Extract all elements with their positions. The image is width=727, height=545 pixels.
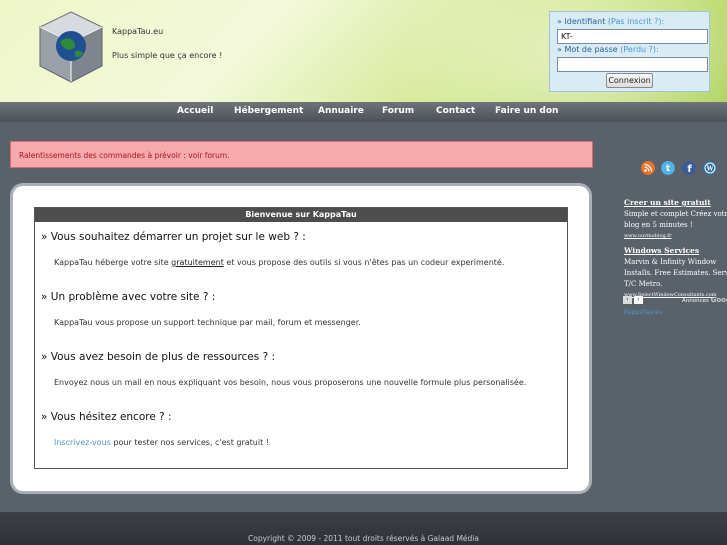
nav-faire-un-don[interactable]: Faire un don [495,106,558,116]
notice-banner: Ralentissements des commandes à prévoir … [10,141,593,168]
site-slogan: Plus simple que ça encore ! [112,51,223,60]
section-text: Envoyez nous un mail en nous expliquant … [54,378,527,387]
inscrivez-vous-link[interactable]: Inscrivez-vous [54,438,111,447]
facebook-icon[interactable]: f [682,161,696,175]
username-input[interactable] [557,29,708,44]
ad-line: T/C Metro. [624,280,663,288]
ad-line: blog en 5 minutes ! [624,221,693,229]
section-text-part: et vous propose des outils si vous n'ête… [223,258,505,267]
nav-accueil[interactable]: Accueil [177,106,213,116]
section-title: » Vous hésitez encore ? : [41,411,172,423]
section-text: Inscrivez-vous pour tester nos services,… [54,438,269,447]
svg-text:W: W [706,166,714,173]
ad-title[interactable]: Creer un site gratuit [624,198,711,207]
username-label-text: » Identifiant [557,17,606,26]
wordpress-icon[interactable]: W [703,161,717,175]
login-button[interactable]: Connexion [606,73,653,88]
gratuitement-link[interactable]: gratuitement [171,258,224,267]
ads-extra-link[interactable]: KappaTau.eu [624,309,662,316]
ad-text: Simple et complet Créez votre blog en 5 … [624,209,727,242]
ad-title[interactable]: Windows Services [624,246,699,255]
nav-forum[interactable]: Forum [382,106,414,116]
copyright: Copyright © 2009 - 2011 tout droits rése… [248,534,479,543]
password-label: » Mot de passe (Perdu ?): [557,45,659,54]
section-text: KappaTau héberge votre site gratuitement… [54,258,504,267]
kappatau-logo-icon[interactable] [36,10,106,84]
nav-contact[interactable]: Contact [436,106,475,116]
section-title: » Vous souhaitez démarrer un projet sur … [41,231,306,243]
twitter-icon[interactable]: t [661,161,675,175]
password-input[interactable] [557,57,708,72]
ad-prev-icon[interactable]: ‹ [623,296,632,304]
section-text-part: pour tester nos services, c'est gratuit … [110,438,269,447]
ads-label-text: Annonces [682,298,709,304]
section-title: » Un problème avec votre site ? : [41,291,216,303]
ad-line: Marvin & Infinity Window [624,258,717,266]
ad-line: Simple et complet Créez votre [624,210,727,218]
rss-icon[interactable] [641,161,655,175]
forgot-password-link[interactable]: (Perdu ?): [620,45,658,54]
section-title: » Vous avez besoin de plus de ressources… [41,351,276,363]
svg-text:f: f [687,164,692,175]
ad-line: Installs. Free Estimates. Serving [624,269,727,277]
section-text-part: KappaTau héberge votre site [54,258,172,267]
nav-annuaire[interactable]: Annuaire [318,106,364,116]
ad-url[interactable]: www.ouvmoblog.fr [624,231,727,242]
panel-title: Bienvenue sur KappaTau [35,208,567,222]
register-link[interactable]: (Pas inscrit ?): [608,17,664,26]
section-text: KappaTau vous propose un support techniq… [54,318,361,327]
password-label-text: » Mot de passe [557,45,618,54]
ads-label: Annonces Goog [682,296,727,304]
google-logo: Goog [710,296,727,304]
nav-hebergement[interactable]: Hébergement [234,106,303,116]
site-name: KappaTau.eu [112,27,164,36]
username-label: » Identifiant (Pas inscrit ?): [557,17,664,26]
ad-next-icon[interactable]: › [634,296,643,304]
svg-text:t: t [666,164,671,174]
main-nav: Accueil Hébergement Annuaire Forum Conta… [0,102,727,122]
welcome-panel: Bienvenue sur KappaTau » Vous souhaitez … [34,207,568,469]
ad-text: Marvin & Infinity Window Installs. Free … [624,257,727,301]
